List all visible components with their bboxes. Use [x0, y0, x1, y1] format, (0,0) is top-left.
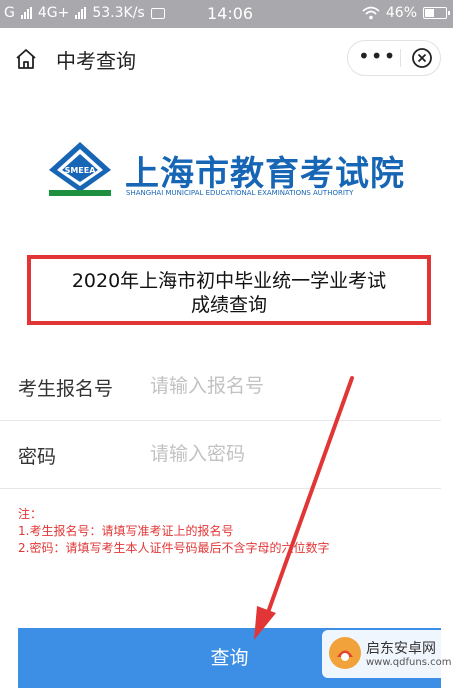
more-icon[interactable]: •••: [358, 43, 395, 73]
registration-row: 考生报名号: [0, 352, 441, 421]
password-row: 密码: [0, 420, 441, 489]
network-type: 4G+: [37, 5, 70, 21]
registration-input[interactable]: [146, 370, 424, 402]
page-title: 中考查询: [56, 49, 136, 73]
title-bar: 中考查询 •••: [0, 28, 453, 90]
note-line-1: 1.考生报名号：请填写准考证上的报名号: [18, 524, 234, 538]
exam-title-box: 2020年上海市初中毕业统一学业考试 成绩查询: [27, 255, 431, 325]
password-label: 密码: [18, 446, 57, 468]
smeea-emblem-icon: SMEEA: [49, 142, 111, 196]
watermark-url: www.qdfuns.com: [366, 657, 452, 668]
password-input[interactable]: [146, 438, 424, 470]
message-icon: [150, 7, 165, 19]
signal-g-icon: G: [4, 5, 15, 21]
watermark: 启东安卓网 www.qdfuns.com: [322, 630, 452, 678]
home-icon[interactable]: [14, 47, 38, 71]
exam-title-line2: 成绩查询: [190, 294, 267, 316]
close-icon[interactable]: [411, 47, 433, 69]
wifi-icon: [362, 6, 380, 20]
annotation-arrow-icon: [254, 376, 354, 640]
capsule-divider: [400, 49, 401, 67]
net-speed: 53.3K/s: [92, 5, 145, 21]
authority-name-cn: 上海市教育考试院: [125, 154, 405, 194]
battery-percent: 46%: [385, 5, 417, 21]
registration-label: 考生报名号: [18, 378, 114, 400]
authority-name-en: SHANGHAI MUNICIPAL EDUCATIONAL EXAMINATI…: [126, 189, 354, 197]
watermark-name: 启东安卓网: [366, 641, 436, 657]
exam-title-line1: 2020年上海市初中毕业统一学业考试: [71, 270, 387, 292]
watermark-logo-icon: [329, 637, 361, 669]
note-heading: 注：: [18, 507, 43, 521]
emblem-text: SMEEA: [65, 166, 97, 175]
instructions-note: 注： 1.考生报名号：请填写准考证上的报名号 2.密码：请填写考生本人证件号码最…: [18, 506, 329, 557]
note-line-2: 2.密码：请填写考生本人证件号码最后不含字母的六位数字: [18, 541, 330, 555]
signal-bars-icon-2: [75, 7, 87, 19]
mini-program-capsule: •••: [347, 40, 441, 76]
status-bar: G 4G+ 53.3K/s 14:06 46%: [0, 0, 453, 28]
authority-logo: SMEEA 上海市教育考试院 SHANGHAI MUNICIPAL EDUCAT…: [45, 140, 415, 202]
signal-bars-icon: [20, 7, 32, 19]
status-time: 14:06: [207, 4, 254, 23]
battery-icon: [423, 7, 450, 19]
